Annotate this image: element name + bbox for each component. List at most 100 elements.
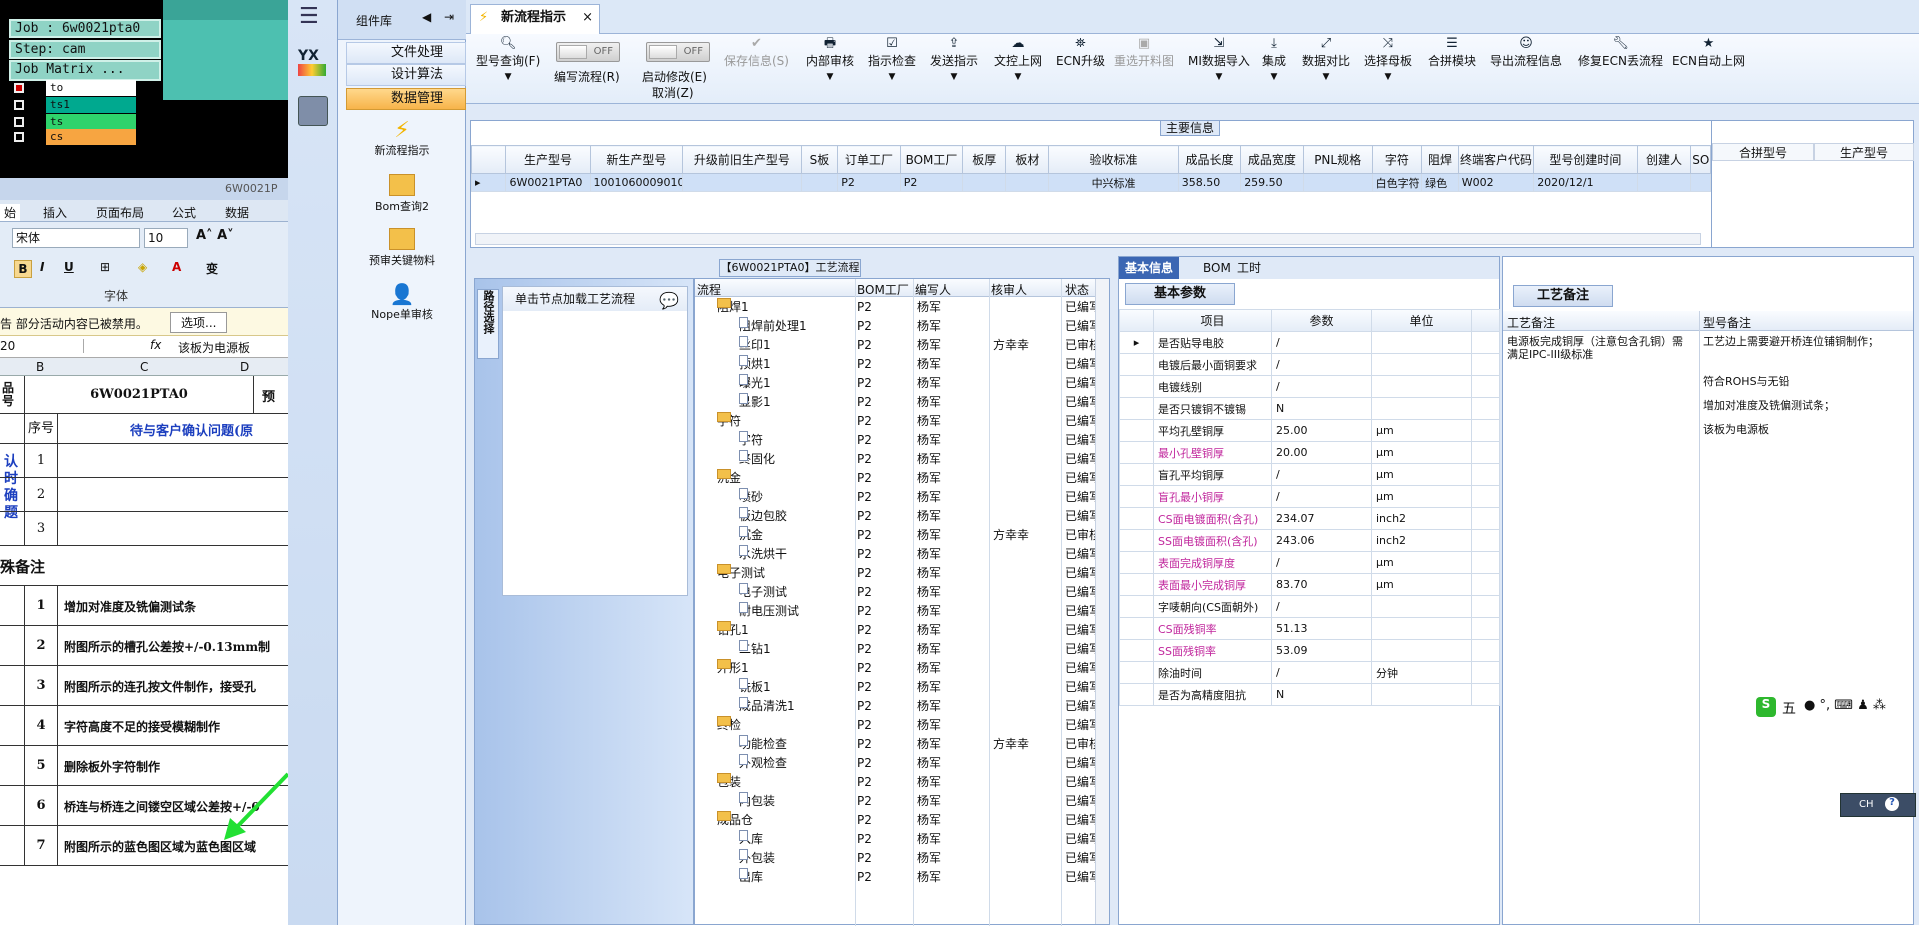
- internal-review-button[interactable]: 🖶 内部审核 ▼: [806, 36, 854, 83]
- column-header[interactable]: 新生产型号: [589, 145, 684, 174]
- tab-formula[interactable]: 公式: [172, 204, 196, 221]
- bold-icon[interactable]: B: [14, 260, 32, 278]
- column-header[interactable]: 参数: [1271, 309, 1372, 332]
- table-cell[interactable]: 10010600090107: [589, 173, 684, 192]
- table-row[interactable]: 是否为高精度阻抗 N: [1119, 683, 1500, 706]
- tree-node[interactable]: 二钻1P2杨军已编写: [695, 640, 1095, 659]
- write-flow-toggle[interactable]: OFF: [556, 42, 620, 62]
- new-flow-item[interactable]: ⚡ 新流程指示: [338, 118, 466, 158]
- tree-node[interactable]: 外观检查P2杨军已编写: [695, 754, 1095, 773]
- tree-node[interactable]: 终固化P2杨军已编写: [695, 450, 1095, 469]
- table-cell[interactable]: W002: [1457, 173, 1535, 192]
- name-box[interactable]: 20: [0, 339, 84, 353]
- tab-data[interactable]: 数据: [225, 204, 249, 221]
- nope-review-item[interactable]: 👤 Nope单审核: [338, 282, 466, 322]
- column-header[interactable]: BOM工厂: [899, 145, 964, 174]
- table-cell[interactable]: P2: [899, 173, 964, 192]
- table-cell[interactable]: P2: [837, 173, 901, 192]
- tree-node[interactable]: 成品清洗1P2杨军已编写: [695, 697, 1095, 716]
- column-header[interactable]: 项目: [1153, 309, 1272, 332]
- tree-node[interactable]: 耐电压测试P2杨军已编写: [695, 602, 1095, 621]
- tree-node[interactable]: 铣板1P2杨军已编写: [695, 678, 1095, 697]
- tab-insert[interactable]: 插入: [43, 204, 67, 221]
- column-header[interactable]: 工艺备注: [1507, 314, 1555, 331]
- table-cell[interactable]: 259.50: [1240, 173, 1304, 192]
- tree-node[interactable]: 显影1P2杨军已编写: [695, 393, 1095, 412]
- border-icon[interactable]: ⊞: [100, 260, 110, 274]
- repair-ecn-button[interactable]: 🔧︎ 修复ECN丢流程: [1578, 36, 1663, 69]
- tree-node[interactable]: 丝印1P2杨军方幸幸已审核: [695, 336, 1095, 355]
- table-row[interactable]: 电镀线别 /: [1119, 375, 1500, 398]
- table-row[interactable]: 表面完成铜厚度 / μm: [1119, 551, 1500, 574]
- column-header[interactable]: 核审人: [991, 281, 1027, 298]
- table-row[interactable]: 最小孔壁铜厚 20.00 μm: [1119, 441, 1500, 464]
- collapse-left-icon[interactable]: ◀: [422, 10, 431, 24]
- ecn-auto-online-button[interactable]: ★ ECN自动上网: [1672, 36, 1745, 69]
- merge-model-header[interactable]: 合拼型号: [1712, 143, 1814, 161]
- column-header[interactable]: 板厚: [962, 145, 1007, 174]
- tree-node[interactable]: −成品仓P2杨军已编写: [695, 811, 1095, 830]
- tree-node[interactable]: 喷砂P2杨军已编写: [695, 488, 1095, 507]
- job-matrix-button[interactable]: Job Matrix ...: [9, 60, 161, 81]
- table-row[interactable]: ▸ 是否贴导电胶 /: [1119, 331, 1500, 354]
- column-header[interactable]: BOM工厂: [857, 281, 909, 298]
- save-info-button[interactable]: ✔ 保存信息(S): [724, 36, 789, 69]
- table-row[interactable]: 电镀后最小面铜要求 /: [1119, 353, 1500, 376]
- pin-icon[interactable]: ⇥: [444, 10, 454, 24]
- table-cell[interactable]: [1690, 173, 1711, 192]
- font-size-select[interactable]: 10: [144, 228, 188, 248]
- table-row[interactable]: CS面电镀面积(含孔) 234.07 inch2: [1119, 507, 1500, 530]
- tree-node[interactable]: 出库P2杨军已编写: [695, 868, 1095, 887]
- table-cell[interactable]: [800, 173, 839, 192]
- tree-node[interactable]: 内包装P2杨军已编写: [695, 792, 1095, 811]
- column-header[interactable]: 状态: [1065, 281, 1089, 298]
- fx-icon[interactable]: fx: [150, 338, 161, 352]
- tab-basic-info[interactable]: 基本信息: [1119, 257, 1180, 279]
- table-cell[interactable]: [1636, 173, 1692, 192]
- table-row[interactable]: 平均孔壁铜厚 25.00 μm: [1119, 419, 1500, 442]
- tree-node[interactable]: −钻孔1P2杨军已编写: [695, 621, 1095, 640]
- instruction-check-button[interactable]: ☑ 指示检查 ▼: [868, 36, 916, 83]
- file-process-button[interactable]: 文件处理: [346, 42, 466, 64]
- tree-node[interactable]: 外包装P2杨军已编写: [695, 849, 1095, 868]
- tree-node[interactable]: −电子测试P2杨军已编写: [695, 564, 1095, 583]
- column-header[interactable]: PNL规格: [1302, 145, 1373, 174]
- calculator-icon[interactable]: [298, 96, 328, 126]
- column-header[interactable]: 型号备注: [1703, 314, 1751, 331]
- options-button[interactable]: 选项...: [170, 312, 228, 333]
- font-select[interactable]: 宋体: [12, 228, 140, 248]
- tree-node[interactable]: −外形1P2杨军已编写: [695, 659, 1095, 678]
- column-header[interactable]: 终端客户代码: [1457, 145, 1535, 174]
- tree-node[interactable]: 预烘1P2杨军已编写: [695, 355, 1095, 374]
- column-header[interactable]: 流程: [697, 281, 721, 298]
- table-row[interactable]: SS面电镀面积(含孔) 243.06 inch2: [1119, 529, 1500, 552]
- tree-node[interactable]: −沉金P2杨军已编写: [695, 469, 1095, 488]
- column-header[interactable]: 型号创建时间: [1533, 145, 1638, 174]
- ime-toolbar[interactable]: S 五 ● °, ⌨ ♟ ⁂: [1754, 695, 1912, 719]
- layer-ts1[interactable]: ts1: [10, 97, 136, 113]
- column-header[interactable]: S板: [800, 145, 839, 174]
- prereview-item[interactable]: 预审关键物料: [338, 228, 466, 268]
- tree-node[interactable]: 功能检查P2杨军方幸幸已审核: [695, 735, 1095, 754]
- fill-color-icon[interactable]: ◈: [138, 260, 147, 274]
- italic-icon[interactable]: I: [40, 260, 44, 274]
- layer-ts[interactable]: ts: [10, 114, 136, 130]
- column-header[interactable]: 订单工厂: [837, 145, 901, 174]
- tree-node[interactable]: −终检P2杨军已编写: [695, 716, 1095, 735]
- ime-mode[interactable]: 五: [1782, 698, 1796, 718]
- table-row[interactable]: 盲孔最小铜厚 / μm: [1119, 485, 1500, 508]
- column-header[interactable]: 板材: [1005, 145, 1050, 174]
- cancel-button[interactable]: 取消(Z): [652, 84, 694, 101]
- doc-control-button[interactable]: ☁ 文控上网 ▼: [994, 36, 1042, 83]
- product-no-cell[interactable]: 6W0021PTA0: [24, 376, 254, 414]
- column-header[interactable]: SO: [1690, 145, 1711, 174]
- ime-icons[interactable]: ● °, ⌨ ♟ ⁂: [1804, 698, 1886, 713]
- table-cell[interactable]: [1005, 173, 1050, 192]
- data-management-button[interactable]: 数据管理: [346, 88, 466, 110]
- tab-new-flow[interactable]: ⚡ 新流程指示 ×: [470, 4, 600, 34]
- model-query-button[interactable]: 🔍︎ 型号查询(F) ▼: [476, 36, 540, 83]
- tree-node[interactable]: 水洗烘干P2杨军已编写: [695, 545, 1095, 564]
- tree-node[interactable]: 曝光1P2杨军已编写: [695, 374, 1095, 393]
- table-cell[interactable]: 绿色: [1421, 173, 1459, 192]
- column-header[interactable]: 生产型号: [505, 145, 591, 174]
